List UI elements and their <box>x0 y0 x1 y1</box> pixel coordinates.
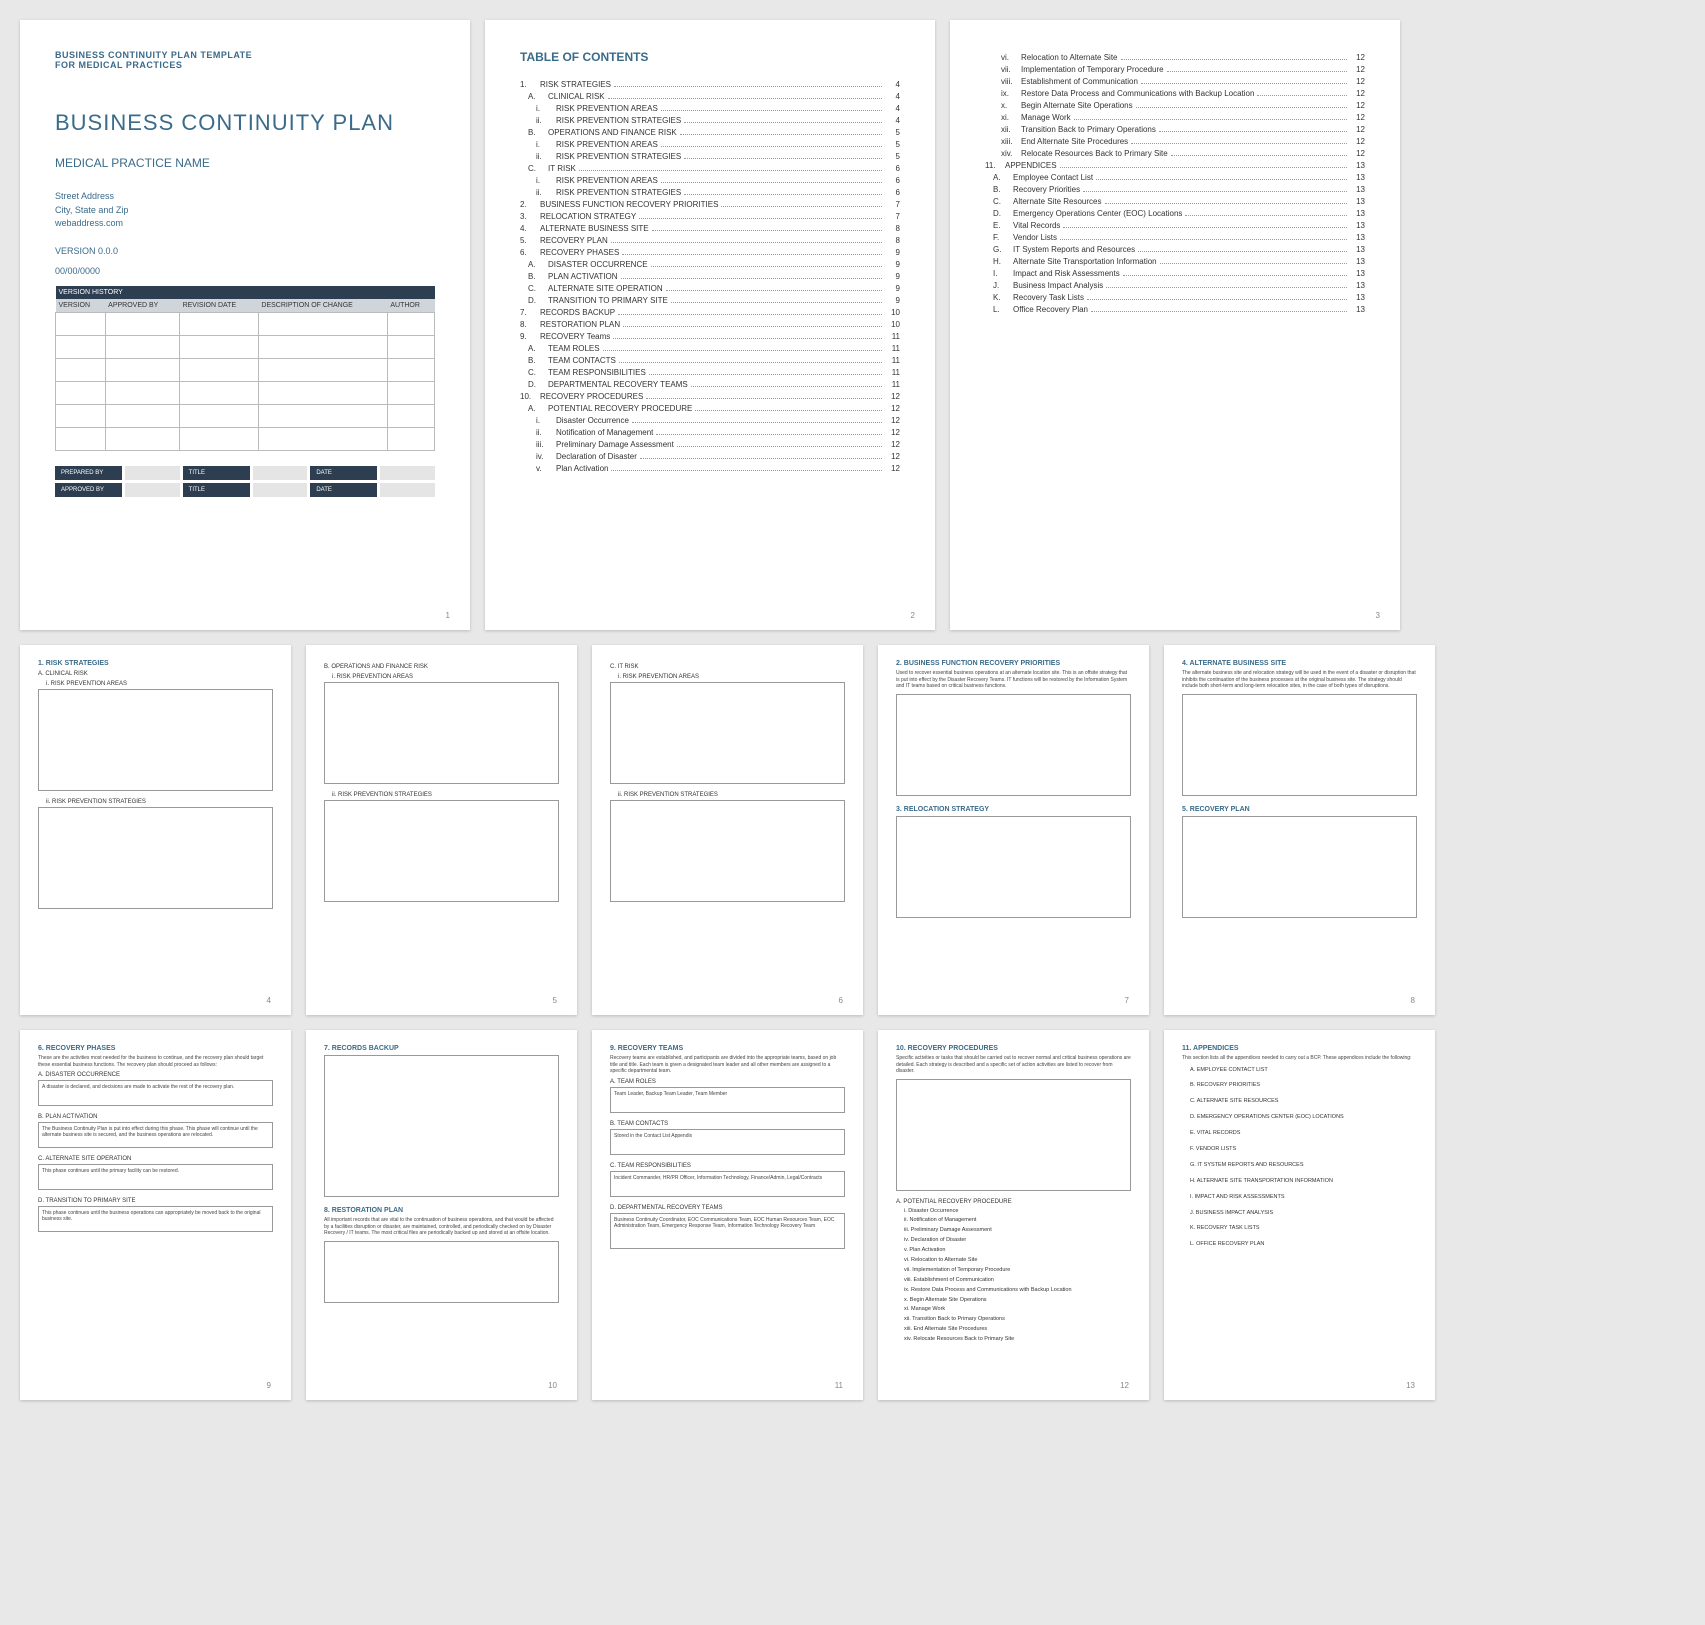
page-2: TABLE OF CONTENTS 1.RISK STRATEGIES4A.CL… <box>485 20 935 630</box>
page-8: 4. ALTERNATE BUSINESS SITE The alternate… <box>1164 645 1435 1015</box>
input-box[interactable] <box>324 1241 559 1303</box>
page-13: 11. APPENDICES This section lists all th… <box>1164 1030 1435 1400</box>
input-box[interactable] <box>1182 816 1417 918</box>
input-box[interactable]: This phase continues until the business … <box>38 1206 273 1232</box>
version-history-table: VERSION HISTORY VERSIONAPPROVED BYREVISI… <box>55 286 435 451</box>
page-3: vi.Relocation to Alternate Site12vii.Imp… <box>950 20 1400 630</box>
procedure-list: i. Disaster Occurrenceii. Notification o… <box>896 1207 1131 1345</box>
input-box[interactable]: The Business Continuity Plan is put into… <box>38 1122 273 1148</box>
version-label: VERSION 0.0.0 <box>55 246 435 256</box>
address-block: Street Address City, State and Zip webad… <box>55 190 435 231</box>
input-box[interactable]: Incident Commander, HR/PR Officer, Infor… <box>610 1171 845 1197</box>
toc-list-2: vi.Relocation to Alternate Site12vii.Imp… <box>985 52 1365 314</box>
input-box[interactable] <box>896 1079 1131 1191</box>
input-box[interactable]: A disaster is declared, and decisions ar… <box>38 1080 273 1106</box>
page-9: 6. RECOVERY PHASES These are the activit… <box>20 1030 291 1400</box>
page-7: 2. BUSINESS FUNCTION RECOVERY PRIORITIES… <box>878 645 1149 1015</box>
practice-name: MEDICAL PRACTICE NAME <box>55 156 435 170</box>
input-box[interactable] <box>324 800 559 902</box>
input-box[interactable] <box>896 816 1131 918</box>
page-4: 1. RISK STRATEGIES A. CLINICAL RISK i. R… <box>20 645 291 1015</box>
page-12: 10. RECOVERY PROCEDURES Specific activit… <box>878 1030 1149 1400</box>
input-box[interactable] <box>610 682 845 784</box>
appendix-list: A. EMPLOYEE CONTACT LISTB. RECOVERY PRIO… <box>1182 1066 1417 1251</box>
toc-list-1: 1.RISK STRATEGIES4A.CLINICAL RISK4i.RISK… <box>520 79 900 473</box>
page-6: C. IT RISK i. RISK PREVENTION AREAS ii. … <box>592 645 863 1015</box>
input-box[interactable]: Team Leader, Backup Team Leader, Team Me… <box>610 1087 845 1113</box>
input-box[interactable] <box>324 682 559 784</box>
input-box[interactable] <box>38 689 273 791</box>
input-box[interactable] <box>610 800 845 902</box>
input-box[interactable]: Stored in the Contact List Appendix <box>610 1129 845 1155</box>
toc-title: TABLE OF CONTENTS <box>520 50 900 64</box>
prepared-by-row: PREPARED BYTITLEDATE <box>55 466 435 480</box>
page-5: B. OPERATIONS AND FINANCE RISK i. RISK P… <box>306 645 577 1015</box>
input-box[interactable] <box>38 807 273 909</box>
date-label: 00/00/0000 <box>55 266 435 276</box>
input-box[interactable]: Business Continuity Coordinator, EOC Com… <box>610 1213 845 1249</box>
page-11: 9. RECOVERY TEAMS Recovery teams are est… <box>592 1030 863 1400</box>
page-1: BUSINESS CONTINUITY PLAN TEMPLATE FOR ME… <box>20 20 470 630</box>
approved-by-row: APPROVED BYTITLEDATE <box>55 483 435 497</box>
input-box[interactable] <box>324 1055 559 1197</box>
input-box[interactable] <box>1182 694 1417 796</box>
input-box[interactable] <box>896 694 1131 796</box>
template-header-2: FOR MEDICAL PRACTICES <box>55 60 435 70</box>
template-header-1: BUSINESS CONTINUITY PLAN TEMPLATE <box>55 50 435 60</box>
input-box[interactable]: This phase continues until the primary f… <box>38 1164 273 1190</box>
document-title: BUSINESS CONTINUITY PLAN <box>55 110 435 136</box>
page-10: 7. RECORDS BACKUP 8. RESTORATION PLAN Al… <box>306 1030 577 1400</box>
